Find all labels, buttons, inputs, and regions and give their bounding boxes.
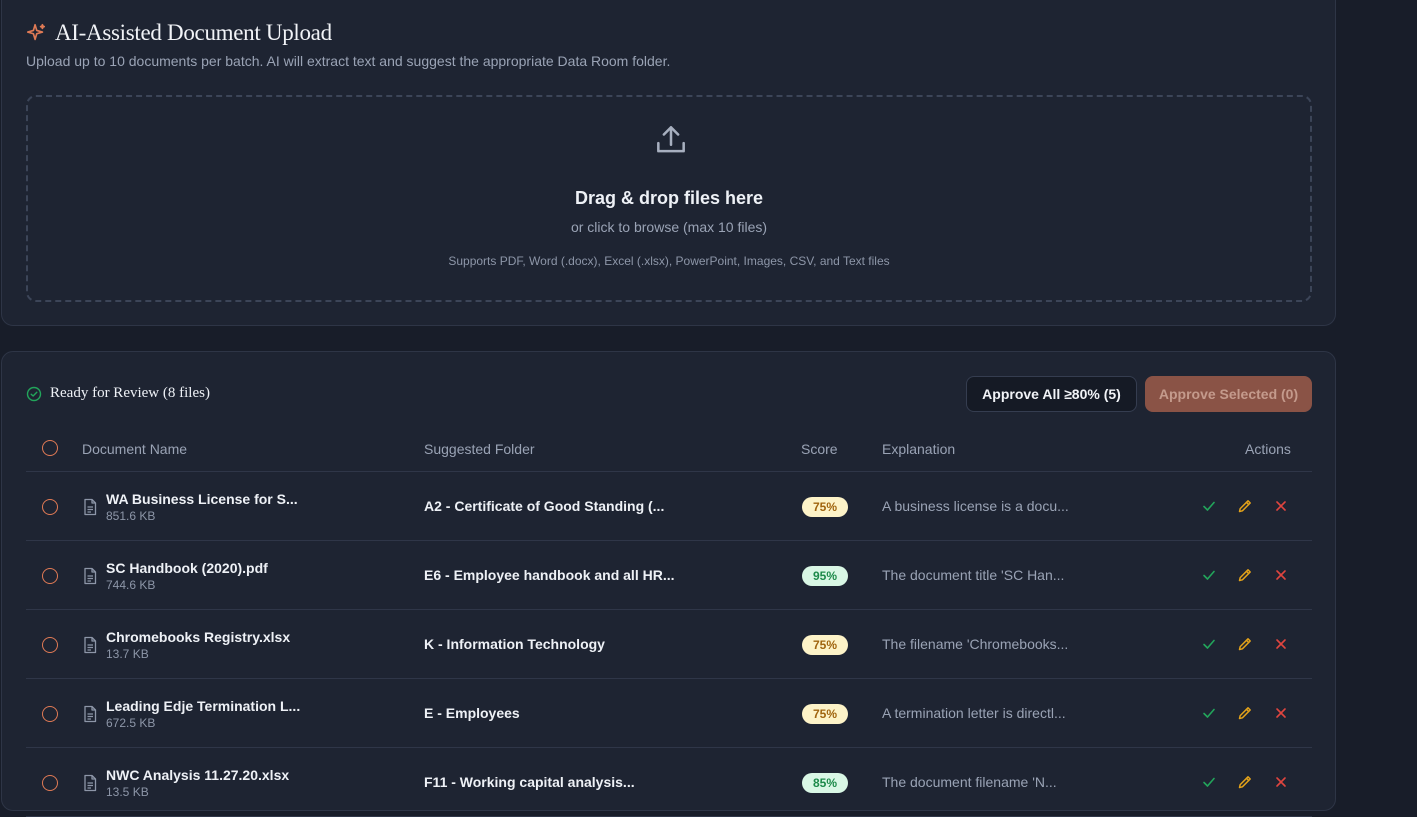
confidence-score-badge: 75%	[802, 635, 848, 655]
review-table: Document Name Suggested Folder Score Exp…	[26, 430, 1312, 817]
table-header: Document Name Suggested Folder Score Exp…	[26, 430, 1312, 472]
table-row: NWC Analysis 11.27.20.xlsx 13.5 KB F11 -…	[26, 748, 1312, 817]
check-icon[interactable]	[1201, 636, 1217, 652]
row-select-checkbox[interactable]	[42, 775, 58, 791]
pencil-icon[interactable]	[1237, 498, 1253, 514]
close-icon[interactable]	[1273, 705, 1289, 721]
check-icon[interactable]	[1201, 774, 1217, 790]
upload-card: AI-Assisted Document Upload Upload up to…	[1, 0, 1336, 326]
dropzone-browse-hint: or click to browse (max 10 files)	[570, 219, 768, 235]
dropzone-supported-formats: Supports PDF, Word (.docx), Excel (.xlsx…	[448, 254, 890, 268]
close-icon[interactable]	[1273, 498, 1289, 514]
row-select-checkbox[interactable]	[42, 568, 58, 584]
document-icon	[84, 636, 97, 654]
document-name[interactable]: SC Handbook (2020).pdf	[106, 560, 268, 576]
document-size: 851.6 KB	[106, 509, 156, 523]
select-all-checkbox[interactable]	[42, 440, 58, 456]
review-card: Ready for Review (8 files) Approve All ≥…	[1, 351, 1336, 817]
document-name[interactable]: Leading Edje Termination L...	[106, 698, 300, 714]
dropzone-title: Drag & drop files here	[574, 188, 764, 208]
table-row: Chromebooks Registry.xlsx 13.7 KB K - In…	[26, 610, 1312, 679]
document-size: 672.5 KB	[106, 716, 156, 730]
confidence-score-badge: 75%	[802, 497, 848, 517]
document-name[interactable]: NWC Analysis 11.27.20.xlsx	[106, 767, 289, 783]
review-title: Ready for Review (8 files)	[50, 385, 210, 401]
suggested-folder: F11 - Working capital analysis...	[424, 774, 635, 790]
pencil-icon[interactable]	[1237, 774, 1253, 790]
document-size: 13.5 KB	[106, 785, 149, 799]
document-icon	[84, 567, 97, 585]
file-dropzone[interactable]: Drag & drop files here or click to brows…	[26, 95, 1312, 302]
column-header-actions: Actions	[1245, 441, 1291, 457]
sparkle-icon	[26, 23, 46, 41]
row-select-checkbox[interactable]	[42, 706, 58, 722]
document-name[interactable]: Chromebooks Registry.xlsx	[106, 629, 290, 645]
explanation-text: The document title 'SC Han...	[882, 567, 1065, 583]
approve-selected-button[interactable]: Approve Selected (0)	[1145, 376, 1312, 412]
explanation-text: The document filename 'N...	[882, 774, 1057, 790]
pencil-icon[interactable]	[1237, 636, 1253, 652]
confidence-score-badge: 75%	[802, 704, 848, 724]
row-select-checkbox[interactable]	[42, 637, 58, 653]
approve-all-button[interactable]: Approve All ≥80% (5)	[966, 376, 1137, 412]
column-header-name: Document Name	[82, 441, 188, 457]
column-header-folder: Suggested Folder	[424, 441, 535, 457]
explanation-text: A termination letter is directl...	[882, 705, 1066, 721]
explanation-text: The filename 'Chromebooks...	[882, 636, 1069, 652]
upload-subtitle: Upload up to 10 documents per batch. AI …	[26, 53, 671, 69]
upload-icon	[657, 126, 685, 153]
row-select-checkbox[interactable]	[42, 499, 58, 515]
review-header: Ready for Review (8 files)	[26, 385, 210, 402]
check-circle-icon	[26, 386, 42, 401]
explanation-text: A business license is a docu...	[882, 498, 1069, 514]
close-icon[interactable]	[1273, 774, 1289, 790]
check-icon[interactable]	[1201, 498, 1217, 514]
check-icon[interactable]	[1201, 567, 1217, 583]
document-size: 13.7 KB	[106, 647, 149, 661]
close-icon[interactable]	[1273, 567, 1289, 583]
suggested-folder: A2 - Certificate of Good Standing (...	[424, 498, 665, 514]
page-title: AI-Assisted Document Upload	[55, 20, 332, 45]
suggested-folder: E6 - Employee handbook and all HR...	[424, 567, 675, 583]
document-icon	[84, 498, 97, 516]
pencil-icon[interactable]	[1237, 705, 1253, 721]
suggested-folder: K - Information Technology	[424, 636, 605, 652]
upload-header: AI-Assisted Document Upload	[25, 20, 332, 46]
confidence-score-badge: 85%	[802, 773, 848, 793]
table-row: Leading Edje Termination L... 672.5 KB E…	[26, 679, 1312, 748]
column-header-explanation: Explanation	[882, 441, 956, 457]
table-row: SC Handbook (2020).pdf 744.6 KB E6 - Emp…	[26, 541, 1312, 610]
table-row: WA Business License for S... 851.6 KB A2…	[26, 472, 1312, 541]
check-icon[interactable]	[1201, 705, 1217, 721]
column-header-score: Score	[801, 441, 838, 457]
suggested-folder: E - Employees	[424, 705, 520, 721]
pencil-icon[interactable]	[1237, 567, 1253, 583]
confidence-score-badge: 95%	[802, 566, 848, 586]
document-icon	[84, 774, 97, 792]
document-name[interactable]: WA Business License for S...	[106, 491, 298, 507]
close-icon[interactable]	[1273, 636, 1289, 652]
document-size: 744.6 KB	[106, 578, 156, 592]
document-icon	[84, 705, 97, 723]
